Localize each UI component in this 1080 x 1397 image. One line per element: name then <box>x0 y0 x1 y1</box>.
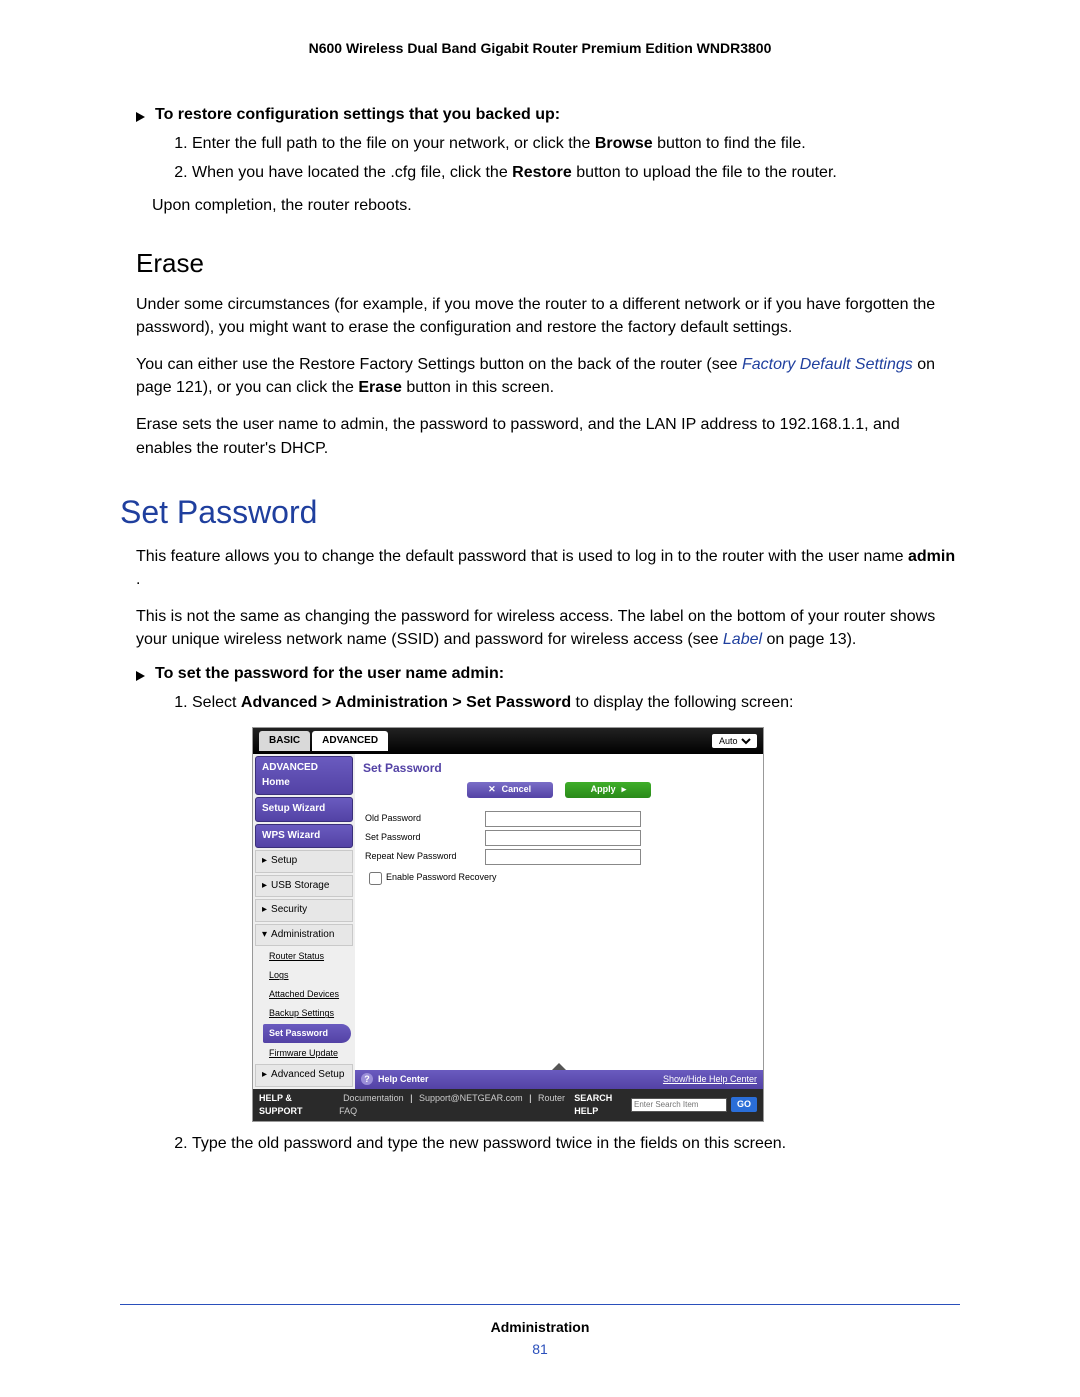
link-support[interactable]: Support@NETGEAR.com <box>419 1093 523 1103</box>
old-password-input[interactable] <box>485 811 641 827</box>
setpw-p1: This feature allows you to change the de… <box>136 545 960 591</box>
setpw-steps: Select Advanced > Administration > Set P… <box>152 691 960 1155</box>
text: When you have located the .cfg file, cli… <box>192 164 512 181</box>
setpw-arrow-heading: To set the password for the user name ad… <box>155 665 504 683</box>
label-set-password: Set Password <box>365 831 485 844</box>
go-button[interactable]: GO <box>731 1097 757 1112</box>
label-link[interactable]: Label <box>723 631 762 648</box>
lang-dropdown[interactable]: Auto <box>715 735 754 747</box>
restore-heading: To restore configuration settings that y… <box>155 106 560 124</box>
text: button to upload the file to the router. <box>576 164 837 181</box>
tab-basic[interactable]: BASIC <box>259 731 310 752</box>
footer-rule <box>120 1304 960 1305</box>
label-old-password: Old Password <box>365 812 485 825</box>
text: . <box>136 571 140 588</box>
caret-right-icon: ▸ <box>262 854 267 869</box>
text: You can either use the Restore Factory S… <box>136 356 742 373</box>
sub-logs[interactable]: Logs <box>267 967 351 984</box>
erase-p2: You can either use the Restore Factory S… <box>136 353 960 399</box>
sidebar: ADVANCED Home Setup Wizard WPS Wizard ▸S… <box>253 754 355 1089</box>
panel-title: Set Password <box>355 754 763 779</box>
sidebar-usb[interactable]: ▸USB Storage <box>255 875 353 898</box>
text: on page 13). <box>767 631 857 648</box>
restore-after: Upon completion, the router reboots. <box>152 194 960 217</box>
caret-down-icon: ▾ <box>262 928 267 943</box>
text: Select <box>192 694 241 711</box>
text: button to find the file. <box>657 135 806 152</box>
caret-right-icon: ▸ <box>262 879 267 894</box>
enable-recovery-label: Enable Password Recovery <box>386 871 497 884</box>
sidebar-advanced-setup[interactable]: ▸Advanced Setup <box>255 1064 353 1087</box>
sidebar-wps-wizard[interactable]: WPS Wizard <box>255 824 353 849</box>
browse-bold: Browse <box>595 135 653 152</box>
text: button in this screen. <box>406 379 554 396</box>
cancel-button[interactable]: ✕Cancel <box>467 782 553 798</box>
erase-p3: Erase sets the user name to admin, the p… <box>136 413 960 459</box>
tab-advanced[interactable]: ADVANCED <box>312 731 388 752</box>
apply-button[interactable]: Apply▸ <box>565 782 651 798</box>
sub-backup[interactable]: Backup Settings <box>267 1005 351 1022</box>
doc-header: N600 Wireless Dual Band Gigabit Router P… <box>120 40 960 56</box>
lang-select[interactable]: Auto <box>712 734 757 748</box>
sub-router-status[interactable]: Router Status <box>267 948 351 965</box>
sidebar-security[interactable]: ▸Security <box>255 899 353 922</box>
erase-heading: Erase <box>136 248 960 279</box>
sidebar-setup-wizard[interactable]: Setup Wizard <box>255 797 353 822</box>
sidebar-administration[interactable]: ▾Administration <box>255 924 353 947</box>
main-panel: Set Password ✕Cancel Apply▸ Old Password… <box>355 754 763 1089</box>
sub-firmware[interactable]: Firmware Update <box>267 1045 351 1062</box>
caret-right-icon: ▸ <box>262 1068 267 1083</box>
erase-bold: Erase <box>358 379 402 396</box>
sidebar-setup[interactable]: ▸Setup <box>255 850 353 873</box>
router-screenshot: BASIC ADVANCED Auto ADVANCED Home Setup … <box>252 727 764 1122</box>
setpw-step2: Type the old password and type the new p… <box>192 1132 960 1155</box>
chevron-right-icon: ▸ <box>622 783 627 796</box>
help-center-label: Help Center <box>378 1074 429 1084</box>
sub-set-password[interactable]: Set Password <box>263 1024 351 1043</box>
setpw-heading: Set Password <box>120 494 960 531</box>
link-documentation[interactable]: Documentation <box>343 1093 404 1103</box>
factory-default-link[interactable]: Factory Default Settings <box>742 356 913 373</box>
caret-right-icon: ▸ <box>262 903 267 918</box>
setpw-p2: This is not the same as changing the pas… <box>136 605 960 651</box>
text: to display the following screen: <box>576 694 794 711</box>
text: This feature allows you to change the de… <box>136 548 908 565</box>
admin-bold: admin <box>908 548 955 565</box>
showhide-help-link[interactable]: Show/Hide Help Center <box>663 1073 757 1086</box>
help-support-label: HELP & SUPPORT <box>259 1092 333 1118</box>
erase-p1: Under some circumstances (for example, i… <box>136 293 960 339</box>
restore-bold: Restore <box>512 164 572 181</box>
footer-section: Administration <box>120 1319 960 1335</box>
bullet-arrow-icon <box>136 671 145 681</box>
label-repeat-password: Repeat New Password <box>365 850 485 863</box>
nav-path-bold: Advanced > Administration > Set Password <box>241 694 571 711</box>
text: Enter the full path to the file on your … <box>192 135 595 152</box>
sub-attached[interactable]: Attached Devices <box>267 986 351 1003</box>
restore-steps: Enter the full path to the file on your … <box>152 132 960 184</box>
set-password-input[interactable] <box>485 830 641 846</box>
enable-recovery-checkbox[interactable] <box>369 872 382 885</box>
sidebar-advanced-home[interactable]: ADVANCED Home <box>255 756 353 795</box>
close-icon: ✕ <box>488 783 496 796</box>
page-number: 81 <box>120 1341 960 1357</box>
help-icon: ? <box>361 1073 373 1085</box>
bullet-arrow-icon <box>136 112 145 122</box>
repeat-password-input[interactable] <box>485 849 641 865</box>
search-help-label: SEARCH HELP <box>574 1092 627 1118</box>
search-input[interactable] <box>631 1098 727 1112</box>
